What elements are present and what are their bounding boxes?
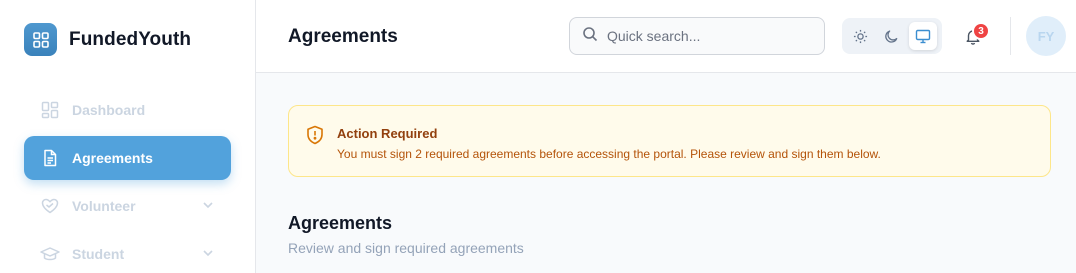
sidebar-item-volunteer[interactable]: Volunteer [24, 184, 231, 228]
sidebar-item-label: Dashboard [72, 102, 146, 118]
chevron-down-icon [201, 198, 215, 215]
section-subtitle: Review and sign required agreements [288, 240, 524, 256]
sidebar-item-dashboard[interactable]: Dashboard [24, 88, 231, 132]
app-logo-icon [24, 23, 57, 56]
page-title: Agreements [288, 26, 398, 47]
chevron-down-icon [201, 246, 215, 263]
theme-switcher [842, 18, 942, 54]
sidebar-item-agreements[interactable]: Agreements [24, 136, 231, 180]
sidebar: FundedYouth Dashboard Agreements Volunte… [0, 0, 256, 273]
graduation-cap-icon [40, 244, 60, 264]
shield-alert-icon [306, 125, 324, 150]
sun-icon [854, 29, 868, 43]
sidebar-item-label: Student [72, 246, 125, 262]
brand-name: FundedYouth [69, 28, 192, 50]
section-title: Agreements [288, 213, 393, 233]
sidebar-item-student[interactable]: Student [24, 232, 231, 273]
dark-theme-button[interactable] [878, 22, 906, 50]
dashboard-grid-icon [40, 100, 60, 120]
brand[interactable]: FundedYouth [24, 23, 191, 56]
light-theme-button[interactable] [847, 22, 875, 50]
action-required-alert: Action Required You must sign 2 required… [288, 105, 1051, 177]
search-icon [582, 26, 598, 47]
heart-hand-icon [40, 196, 60, 216]
moon-icon [885, 29, 898, 43]
monitor-icon [916, 29, 931, 43]
alert-message: You must sign 2 required agreements befo… [337, 147, 881, 161]
document-icon [40, 148, 60, 168]
system-theme-button[interactable] [909, 22, 938, 50]
user-avatar[interactable]: FY [1026, 16, 1066, 56]
notification-count-badge: 3 [972, 22, 990, 40]
top-header: Agreements Quick search... 3 FY [256, 0, 1076, 73]
sidebar-item-label: Agreements [72, 150, 153, 166]
alert-title: Action Required [337, 126, 438, 141]
header-divider [1010, 17, 1011, 55]
search-box[interactable] [569, 17, 825, 55]
sidebar-item-label: Volunteer [72, 198, 136, 214]
search-input[interactable] [607, 28, 807, 44]
